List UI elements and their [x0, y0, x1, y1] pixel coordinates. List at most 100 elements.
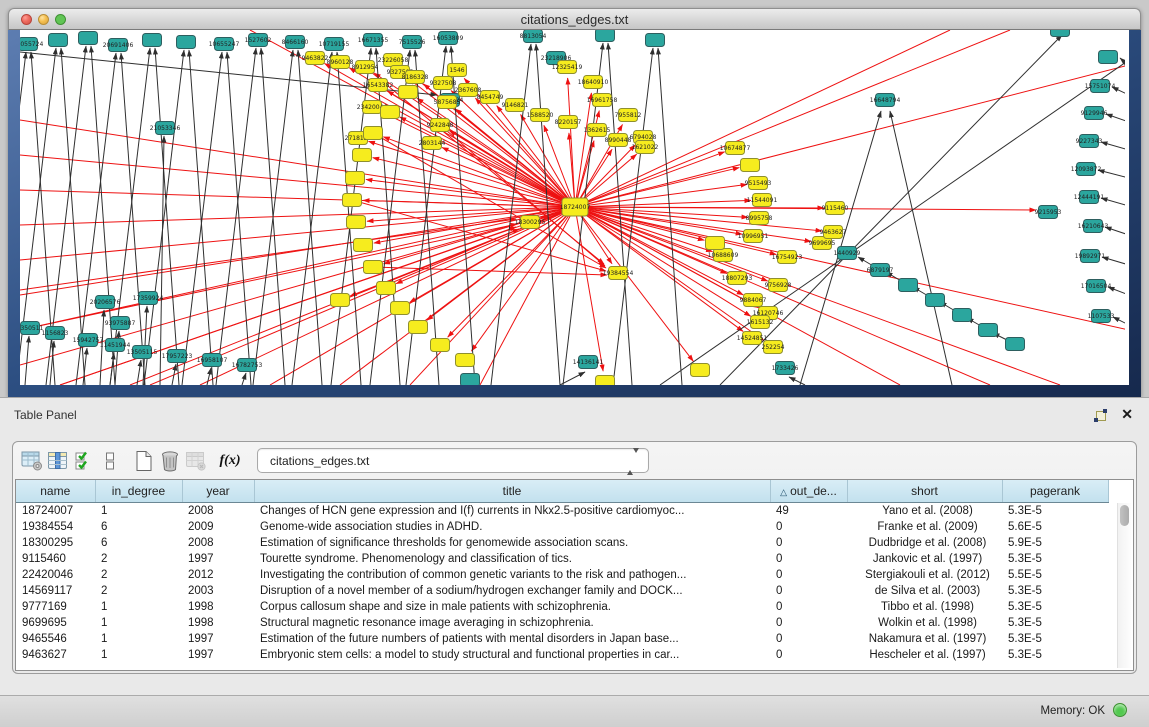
network-node[interactable]: 9756928	[765, 279, 792, 292]
network-node[interactable]: 1362615	[584, 124, 611, 137]
network-edge[interactable]	[216, 48, 256, 385]
network-node[interactable]: 1527602	[245, 34, 272, 47]
network-edge[interactable]	[575, 207, 1060, 385]
network-node[interactable]	[953, 309, 972, 322]
table-row[interactable]: 2242004622012Investigating the contribut…	[16, 567, 1108, 583]
network-node[interactable]	[399, 86, 418, 99]
table-selector-dropdown[interactable]: citations_edges.txt	[257, 448, 649, 473]
network-node[interactable]	[926, 294, 945, 307]
network-node[interactable]: 9515493	[745, 177, 772, 190]
network-node[interactable]: 8466160	[282, 36, 309, 49]
network-node[interactable]	[364, 261, 383, 274]
network-hub-node[interactable]: 18724007	[560, 198, 591, 216]
network-node[interactable]	[364, 127, 383, 140]
network-node[interactable]: 1621022	[632, 141, 659, 154]
network-edge[interactable]	[1113, 317, 1125, 325]
network-node[interactable]: 16648794	[870, 94, 901, 107]
network-node[interactable]	[381, 106, 400, 119]
network-node[interactable]: 12093872	[1071, 163, 1102, 176]
network-node[interactable]: 9463822	[302, 52, 329, 65]
network-node[interactable]: 1546	[448, 64, 467, 77]
network-node[interactable]: 8990448	[605, 134, 632, 147]
network-node[interactable]	[461, 374, 480, 386]
network-node[interactable]: 9350511	[20, 322, 44, 335]
network-node[interactable]	[354, 239, 373, 252]
network-edge[interactable]	[144, 50, 184, 385]
network-node[interactable]: 9215953	[1035, 206, 1062, 219]
network-node[interactable]: 16782753	[232, 359, 263, 372]
delete-rows-icon[interactable]	[158, 449, 182, 473]
network-node[interactable]: 20691406	[103, 39, 134, 52]
network-node[interactable]: 16210643	[1078, 220, 1109, 233]
network-node[interactable]: 8454749	[477, 91, 504, 104]
network-edge[interactable]	[20, 120, 575, 207]
network-edge[interactable]	[20, 52, 26, 385]
network-node[interactable]: 8220157	[555, 116, 582, 129]
network-node[interactable]	[409, 321, 428, 334]
network-node[interactable]: 16671355	[358, 34, 389, 47]
network-node[interactable]: 20206576	[90, 296, 121, 309]
column-header-pagerank[interactable]: pagerank	[1002, 480, 1108, 503]
network-edge[interactable]	[20, 224, 517, 330]
network-edge[interactable]	[575, 207, 603, 371]
network-edge[interactable]	[292, 52, 332, 385]
network-node[interactable]	[49, 34, 68, 47]
network-node[interactable]: 1107533	[1088, 310, 1115, 323]
network-node[interactable]	[377, 282, 396, 295]
network-edge[interactable]	[1098, 170, 1125, 178]
network-node[interactable]: 1156823	[42, 327, 69, 340]
network-node[interactable]	[596, 30, 615, 42]
network-node[interactable]	[143, 34, 162, 47]
network-edge[interactable]	[155, 48, 179, 385]
network-node[interactable]: 10674877	[720, 142, 751, 155]
network-node[interactable]: 24055724	[20, 38, 43, 51]
network-node[interactable]: 10655247	[209, 38, 240, 51]
network-node[interactable]	[79, 32, 98, 45]
network-node[interactable]: 9227343	[1076, 135, 1103, 148]
network-node[interactable]: 93975887	[105, 317, 136, 330]
network-node[interactable]	[177, 36, 196, 49]
network-node[interactable]: 14136141	[573, 356, 604, 369]
network-edge[interactable]	[449, 131, 575, 207]
network-edge[interactable]	[608, 43, 632, 385]
network-node[interactable]: 8960128	[327, 56, 354, 69]
network-node[interactable]: 23226058	[378, 54, 409, 67]
network-node[interactable]: 8912954	[352, 61, 379, 74]
network-node[interactable]	[456, 354, 475, 367]
network-node[interactable]: 9463627	[820, 226, 847, 239]
column-header-year[interactable]: year	[182, 480, 254, 503]
network-node[interactable]: 7515526	[399, 36, 426, 49]
new-table-icon[interactable]	[132, 449, 156, 473]
network-node[interactable]: 1615132	[747, 316, 774, 329]
network-edge[interactable]	[568, 78, 575, 207]
table-row[interactable]: 1872400712008Changes of HCN gene express…	[16, 503, 1108, 520]
column-header-name[interactable]: name	[16, 480, 95, 503]
column-header-in_degree[interactable]: in_degree	[95, 480, 182, 503]
show-columns-icon[interactable]	[46, 449, 70, 473]
network-node[interactable]: 9146821	[502, 99, 529, 112]
network-edge[interactable]	[658, 48, 682, 385]
network-node[interactable]	[691, 364, 710, 377]
column-header-out_de[interactable]: △out_de...	[770, 480, 847, 503]
table-row[interactable]: 1938455462009Genome-wide association stu…	[16, 519, 1108, 535]
network-edge[interactable]	[25, 336, 29, 385]
column-header-title[interactable]: title	[254, 480, 770, 503]
network-edge[interactable]	[789, 377, 805, 385]
table-row[interactable]: 946362711997Embryonic stem cells: a mode…	[16, 647, 1108, 663]
network-node[interactable]: 1588520	[527, 109, 554, 122]
network-edge[interactable]	[189, 50, 213, 385]
network-node[interactable]: 15751074	[1085, 80, 1116, 93]
network-node[interactable]: 2803144	[419, 137, 446, 150]
network-node[interactable]	[596, 376, 615, 386]
network-node[interactable]	[646, 34, 665, 47]
network-node[interactable]	[343, 194, 362, 207]
network-node[interactable]	[353, 149, 372, 162]
table-row[interactable]: 1456911722003Disruption of a novel membe…	[16, 583, 1108, 599]
column-header-short[interactable]: short	[847, 480, 1002, 503]
network-node[interactable]: 10719155	[319, 38, 350, 51]
network-node[interactable]: 14524851	[737, 332, 768, 345]
network-node[interactable]: 19892971	[1075, 250, 1106, 263]
network-node[interactable]	[431, 339, 450, 352]
network-node[interactable]	[1051, 30, 1070, 37]
network-node[interactable]: 11544091	[747, 194, 778, 207]
